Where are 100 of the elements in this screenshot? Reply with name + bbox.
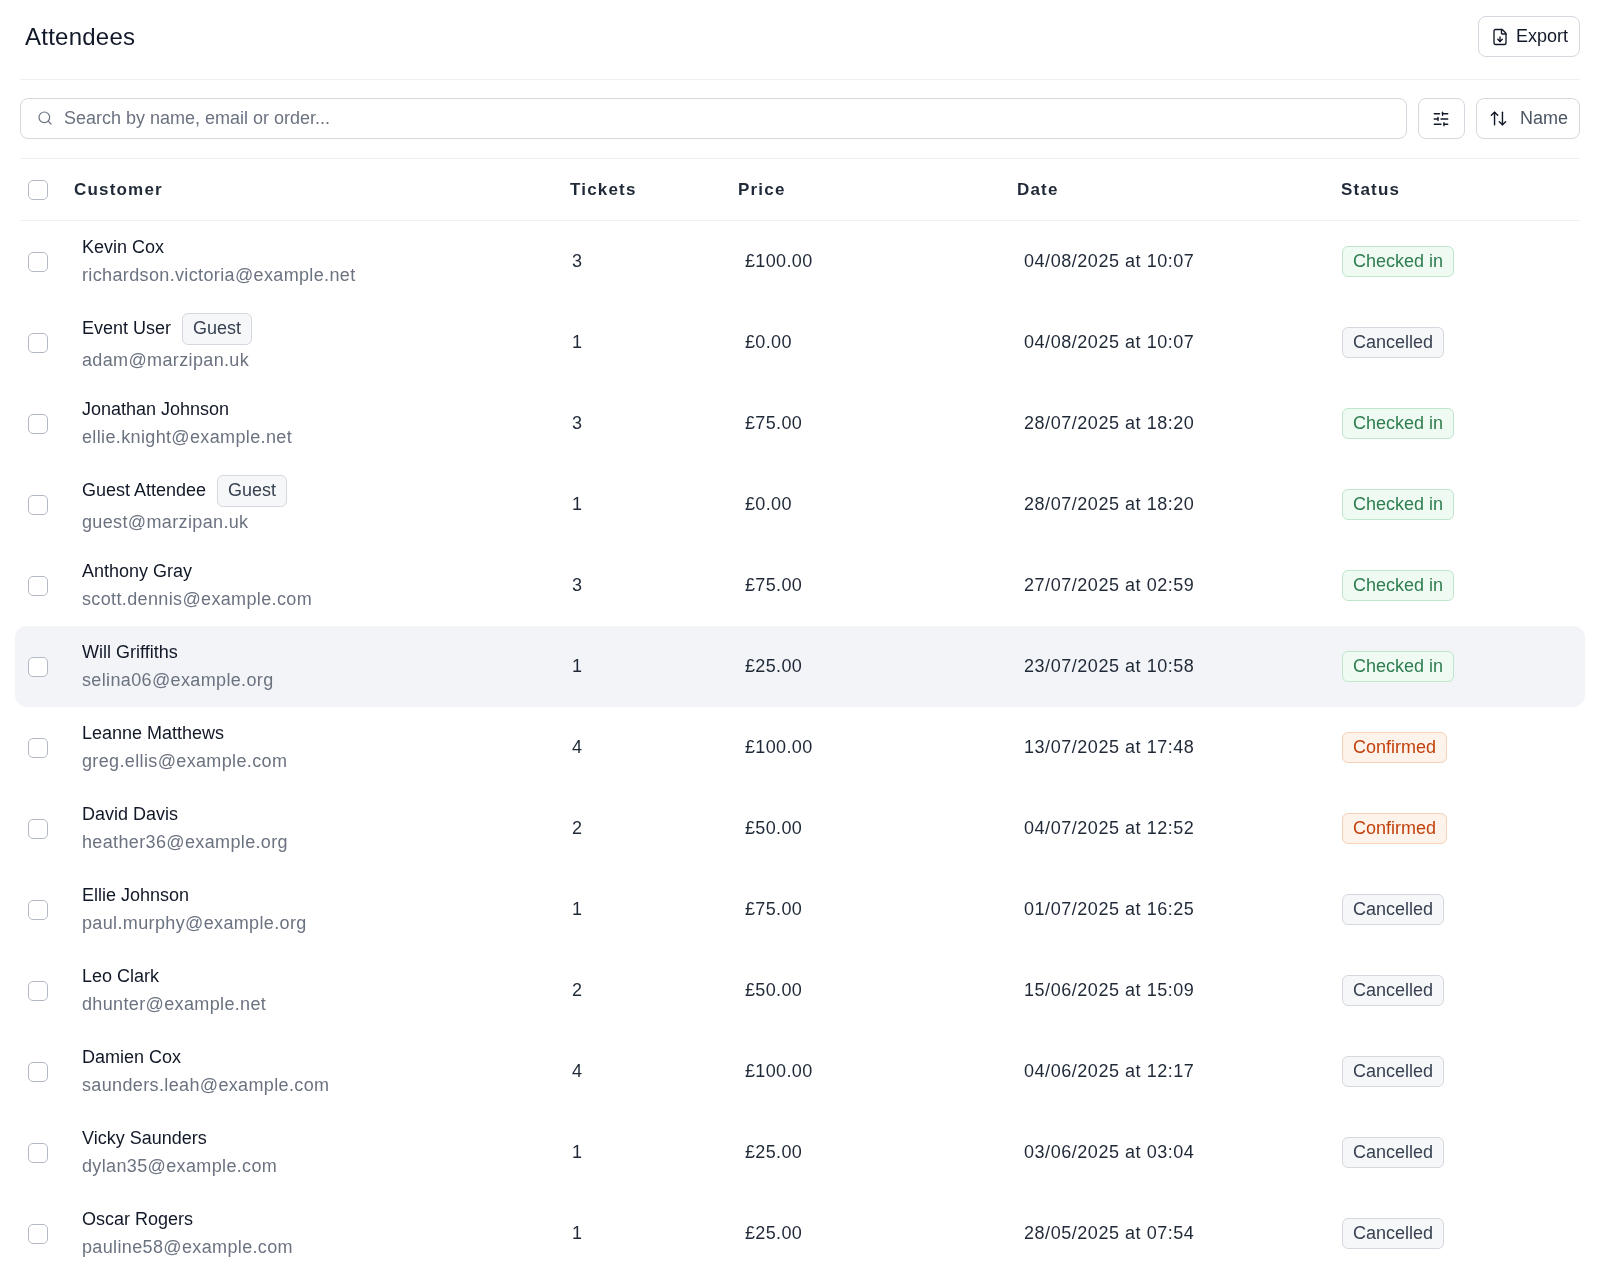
ticket-count: 1 <box>572 1223 582 1243</box>
order-date: 28/07/2025 at 18:20 <box>1024 413 1195 433</box>
row-checkbox[interactable] <box>28 1142 48 1163</box>
export-button[interactable]: Export <box>1477 16 1580 57</box>
status-badge: Cancelled <box>1342 327 1445 358</box>
row-checkbox[interactable] <box>28 818 48 839</box>
attendee-email: adam@marzipan.uk <box>82 348 251 372</box>
attendee-email: richardson.victoria@example.net <box>82 264 357 287</box>
attendee-name: Event User <box>82 317 172 340</box>
row-checkbox[interactable] <box>28 980 48 1001</box>
order-date: 01/07/2025 at 16:25 <box>1024 899 1195 919</box>
sort-button[interactable]: Name <box>1476 98 1580 139</box>
ticket-count: 2 <box>572 818 582 838</box>
row-checkbox[interactable] <box>28 332 48 353</box>
row-checkbox[interactable] <box>28 494 48 515</box>
column-header: Price <box>738 179 786 199</box>
status-badge: Cancelled <box>1342 1056 1445 1087</box>
sort-arrows-icon <box>1489 109 1508 128</box>
highlighted-row[interactable]: Will Griffiths selina06@example.org 1 £25.00 23/07/2025 at 10:58 Checked in <box>15 626 1585 707</box>
search-field[interactable]: Search by name, email or order... <box>20 98 1407 139</box>
attendee-email: heather36@example.org <box>82 831 289 854</box>
attendee-name: David Davis <box>82 803 179 826</box>
ticket-count: 3 <box>572 413 582 433</box>
guest-badge: Guest <box>217 474 288 507</box>
column-header: Tickets <box>570 179 637 199</box>
column-header: Customer <box>74 179 163 199</box>
row-checkbox[interactable] <box>28 251 48 272</box>
attendee-name: Kevin Cox <box>82 236 165 259</box>
price: £75.00 <box>745 575 803 595</box>
order-date: 28/07/2025 at 18:20 <box>1024 494 1195 514</box>
ticket-count: 3 <box>572 575 582 595</box>
price: £75.00 <box>745 899 803 919</box>
attendee-name: Guest Attendee <box>82 479 207 502</box>
price: £50.00 <box>745 980 803 1000</box>
order-date: 04/08/2025 at 10:07 <box>1024 332 1195 352</box>
price: £0.00 <box>745 332 792 352</box>
status-badge: Checked in <box>1342 246 1455 277</box>
attendee-email: dylan35@example.com <box>82 1155 279 1178</box>
price: £50.00 <box>745 818 803 838</box>
ticket-count: 4 <box>572 1061 582 1081</box>
order-date: 04/08/2025 at 10:07 <box>1024 251 1195 271</box>
page-title: Attendees <box>24 21 136 52</box>
column-header: Status <box>1341 179 1401 199</box>
attendee-email: scott.dennis@example.com <box>82 588 313 611</box>
attendee-email: dhunter@example.net <box>82 993 268 1016</box>
row-checkbox[interactable] <box>28 413 48 434</box>
price: £25.00 <box>745 656 803 676</box>
attendee-name: Oscar Rogers <box>82 1208 194 1231</box>
order-date: 27/07/2025 at 02:59 <box>1024 575 1195 595</box>
status-badge: Cancelled <box>1342 975 1445 1006</box>
ticket-count: 3 <box>572 251 582 271</box>
price: £0.00 <box>745 494 792 514</box>
filter-button[interactable] <box>1418 98 1465 139</box>
attendee-name: Jonathan Johnson <box>82 398 230 421</box>
select-all-checkbox[interactable] <box>28 179 48 200</box>
order-date: 03/06/2025 at 03:04 <box>1024 1142 1195 1162</box>
guest-badge: Guest <box>182 312 253 345</box>
order-date: 13/07/2025 at 17:48 <box>1024 737 1195 757</box>
attendee-name: Damien Cox <box>82 1046 182 1069</box>
sliders-icon <box>1432 109 1451 128</box>
search-icon <box>37 110 53 126</box>
ticket-count: 4 <box>572 737 582 757</box>
status-badge: Checked in <box>1342 570 1455 601</box>
price: £75.00 <box>745 413 803 433</box>
attendee-email: pauline58@example.com <box>82 1236 294 1259</box>
price: £100.00 <box>745 737 813 757</box>
ticket-count: 1 <box>572 899 582 919</box>
attendee-name: Ellie Johnson <box>82 884 190 907</box>
attendee-email: saunders.leah@example.com <box>82 1074 331 1097</box>
attendee-name: Leanne Matthews <box>82 722 225 745</box>
status-badge: Checked in <box>1342 408 1455 439</box>
status-badge: Cancelled <box>1342 1218 1445 1249</box>
status-badge: Checked in <box>1342 651 1455 682</box>
status-badge: Confirmed <box>1342 732 1448 763</box>
order-date: 04/07/2025 at 12:52 <box>1024 818 1195 838</box>
file-download-icon <box>1490 27 1509 46</box>
row-checkbox[interactable] <box>28 1223 48 1244</box>
status-badge: Checked in <box>1342 489 1455 520</box>
ticket-count: 1 <box>572 494 582 514</box>
row-checkbox[interactable] <box>28 575 48 596</box>
row-checkbox[interactable] <box>28 1061 48 1082</box>
ticket-count: 1 <box>572 1142 582 1162</box>
order-date: 04/06/2025 at 12:17 <box>1024 1061 1195 1081</box>
row-checkbox[interactable] <box>28 899 48 920</box>
order-date: 23/07/2025 at 10:58 <box>1024 656 1195 676</box>
price: £100.00 <box>745 1061 813 1081</box>
row-checkbox[interactable] <box>28 656 48 677</box>
price: £100.00 <box>745 251 813 271</box>
attendee-name: Will Griffiths <box>82 641 178 664</box>
status-badge: Cancelled <box>1342 1137 1445 1168</box>
row-checkbox[interactable] <box>28 737 48 758</box>
column-header: Date <box>1017 179 1059 199</box>
attendee-email: paul.murphy@example.org <box>82 912 308 935</box>
ticket-count: 2 <box>572 980 582 1000</box>
order-date: 28/05/2025 at 07:54 <box>1024 1223 1195 1243</box>
attendee-email: selina06@example.org <box>82 669 275 692</box>
status-badge: Cancelled <box>1342 894 1445 925</box>
attendee-email: guest@marzipan.uk <box>82 510 250 534</box>
price: £25.00 <box>745 1142 803 1162</box>
price: £25.00 <box>745 1223 803 1243</box>
